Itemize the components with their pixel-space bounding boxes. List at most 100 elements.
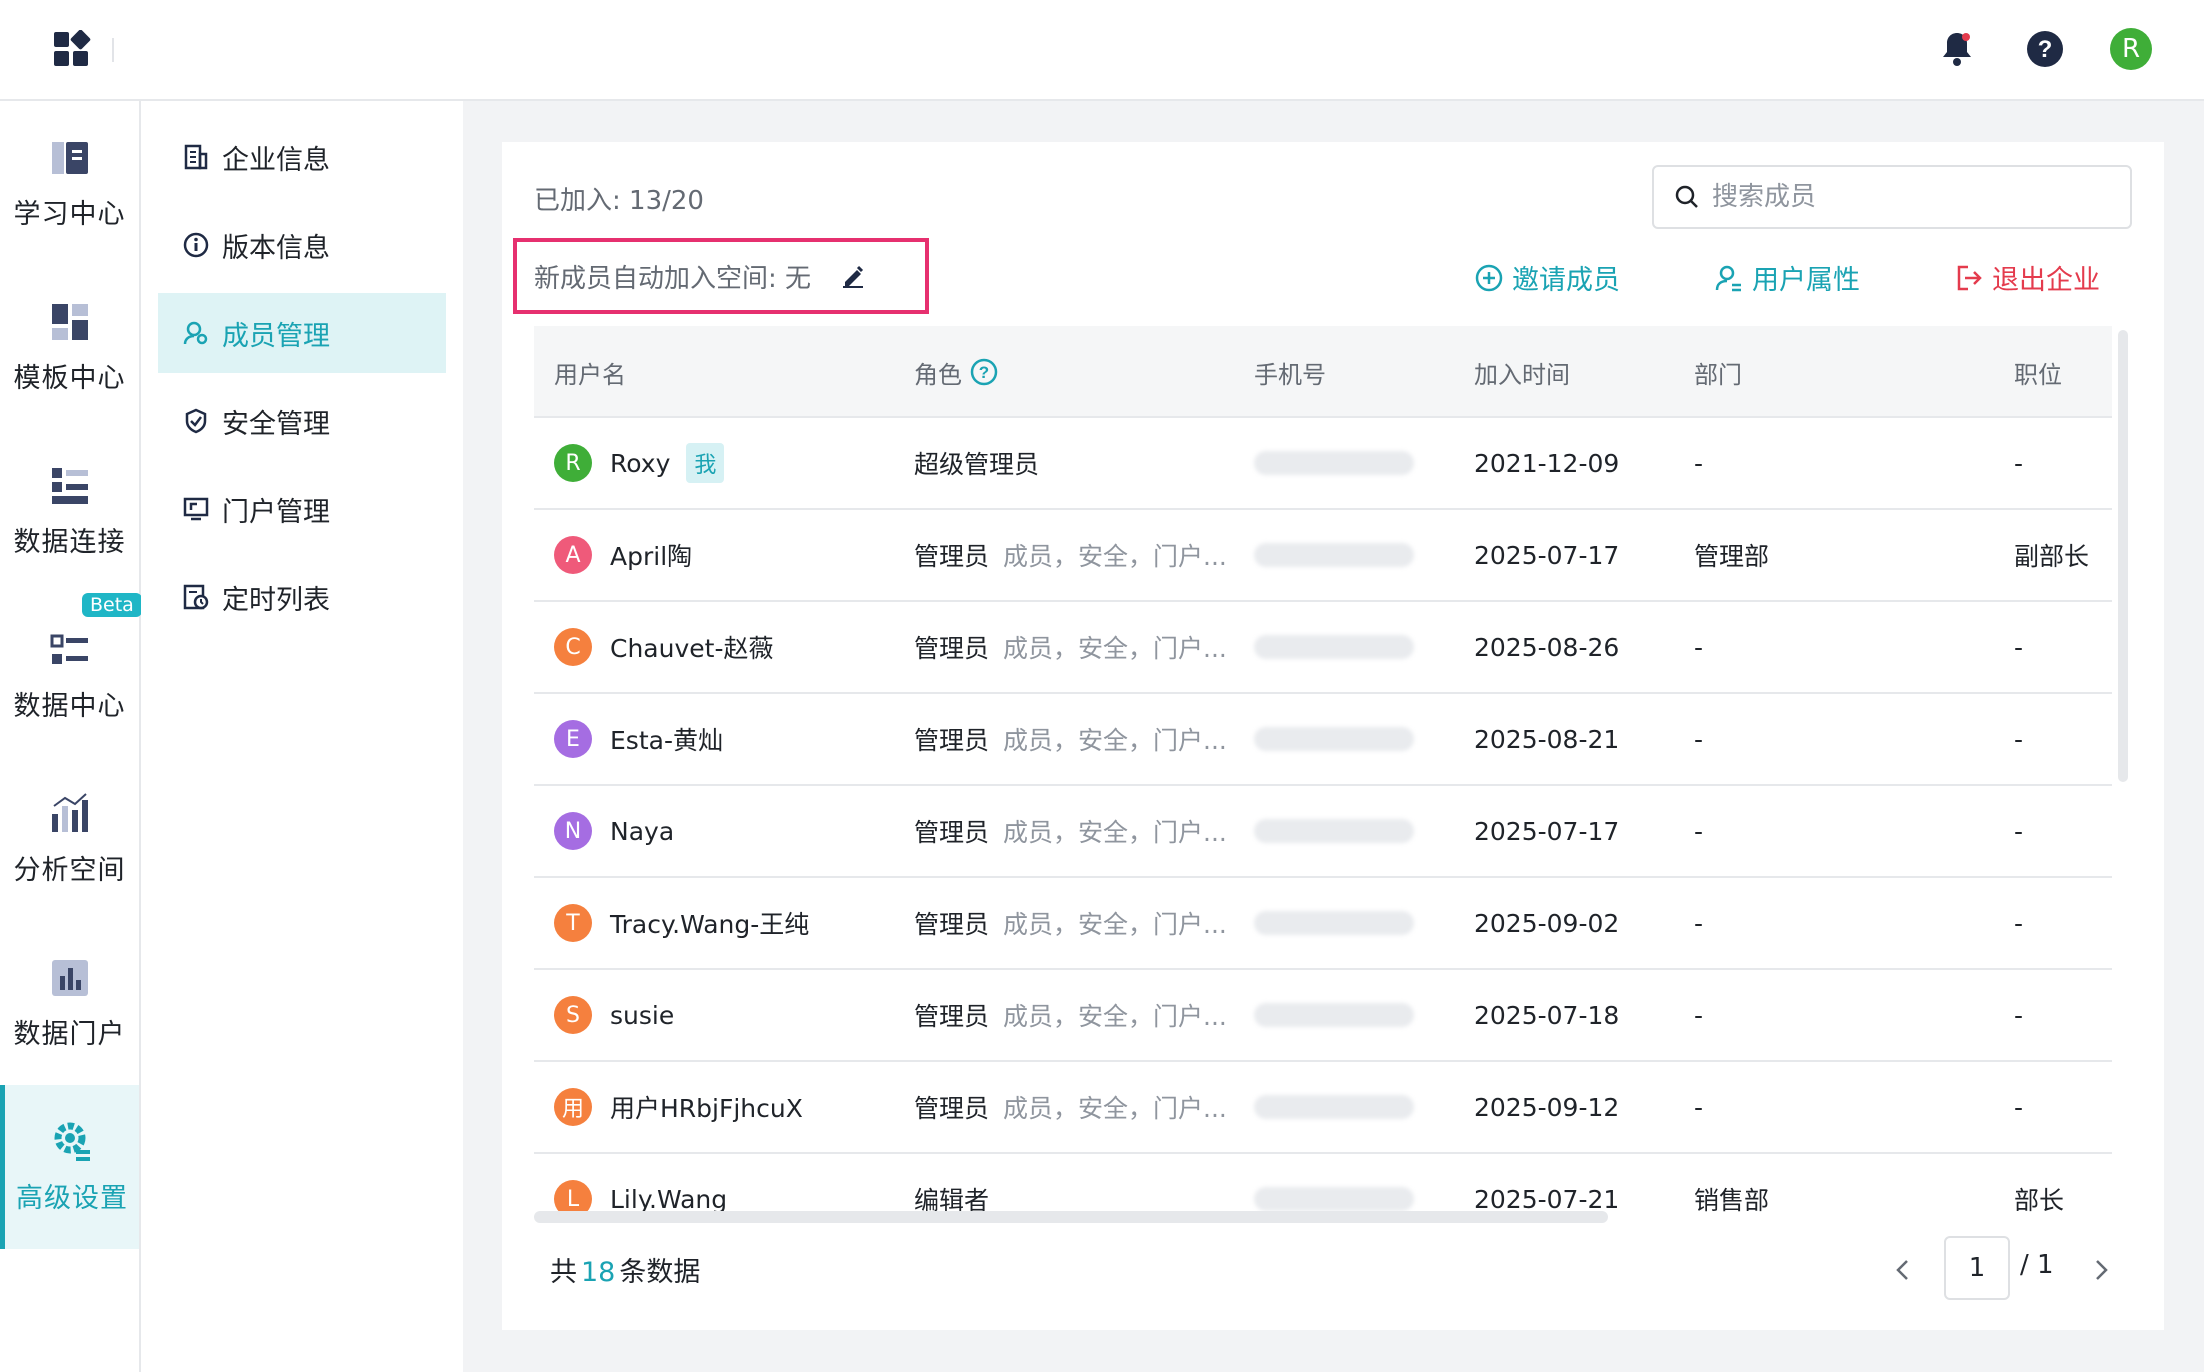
table-row[interactable]: C Chauvet-赵薇 管理员 成员，安全，门户... 2025-08-26 - -	[534, 602, 2112, 694]
cell-position: -	[2014, 908, 2024, 938]
cell-department: -	[1694, 632, 1704, 662]
nav-item-data-portal[interactable]: 数据门户	[0, 921, 139, 1085]
sub-nav-enterprise-info[interactable]: 企业信息	[158, 117, 446, 197]
table-row[interactable]: L Lily.Wang 编辑者 2025-07-21 销售部 部长	[534, 1154, 2112, 1216]
cell-department: -	[1694, 448, 1704, 478]
cell-position: 副部长	[2014, 542, 2090, 571]
header-position: 职位	[2014, 360, 2062, 389]
table-row[interactable]: 用用户HRbjFjhcuX 管理员 成员，安全，门户... 2025-09-12 - -	[534, 1062, 2112, 1154]
sub-nav-version-info[interactable]: 版本信息	[158, 205, 446, 285]
cell-role: 管理员 成员，安全，门户...	[914, 1062, 1227, 1152]
edit-icon[interactable]	[839, 262, 867, 290]
help-icon[interactable]: ?	[2024, 28, 2066, 70]
apps-logo-icon[interactable]	[54, 29, 92, 68]
nav-item-analysis-space[interactable]: 分析空间	[0, 757, 139, 921]
template-icon	[51, 303, 88, 340]
phone-blurred	[1254, 727, 1414, 751]
portal-icon	[182, 495, 210, 523]
member-name: Chauvet-赵薇	[610, 634, 774, 663]
cell-username: E Esta-黄灿	[554, 694, 723, 784]
search-box[interactable]	[1652, 165, 2132, 229]
user-attribute-icon	[1715, 265, 1741, 291]
primary-nav: 学习中心 模板中心 数据连接 Beta 数据中心 分析空间 数据门户 高级设置	[0, 101, 142, 1372]
member-name: April陶	[610, 542, 693, 571]
table-row[interactable]: A April陶 管理员 成员，安全，门户... 2025-07-17 管理部 副部长	[534, 510, 2112, 602]
table-row[interactable]: E Esta-黄灿 管理员 成员，安全，门户... 2025-08-21 - -	[534, 694, 2112, 786]
avatar: 用	[554, 1088, 592, 1126]
help-circle-icon[interactable]: ?	[970, 358, 998, 386]
role-permissions: 成员，安全，门户...	[1003, 818, 1227, 847]
phone-blurred	[1254, 1187, 1414, 1211]
member-name: susie	[610, 1000, 675, 1030]
cell-phone	[1254, 786, 1414, 876]
bell-icon[interactable]	[1936, 28, 1978, 70]
secondary-nav: 企业信息 版本信息 成员管理 安全管理 门户管理 定时列表	[141, 101, 463, 1372]
shield-icon	[182, 407, 210, 435]
cell-department: 销售部	[1694, 1186, 1770, 1215]
cell-phone	[1254, 1154, 1414, 1216]
nav-item-advanced-settings[interactable]: 高级设置	[0, 1085, 139, 1249]
sub-nav-schedule-list[interactable]: 定时列表	[158, 557, 446, 637]
cell-join-time: 2025-07-17	[1474, 816, 1620, 846]
cell-phone	[1254, 970, 1414, 1060]
table-row[interactable]: R Roxy 我 超级管理员 2021-12-09 - -	[534, 418, 2112, 510]
book-icon	[51, 141, 88, 174]
cell-phone	[1254, 510, 1414, 600]
user-attributes-button[interactable]: 用户属性	[1714, 258, 1860, 297]
cell-join-time: 2025-08-21	[1474, 724, 1620, 754]
invite-member-button[interactable]: 邀请成员	[1474, 258, 1620, 297]
cell-department: -	[1694, 724, 1704, 754]
exit-enterprise-button[interactable]: 退出企业	[1954, 258, 2100, 297]
table-row[interactable]: Ssusie 管理员 成员，安全，门户... 2025-07-18 - -	[534, 970, 2112, 1062]
sub-nav-security-management[interactable]: 安全管理	[158, 381, 446, 461]
cell-role: 管理员 成员，安全，门户...	[914, 970, 1227, 1060]
member-name: Esta-黄灿	[610, 726, 723, 755]
vertical-scrollbar[interactable]	[2118, 330, 2128, 782]
nav-item-data-connect[interactable]: 数据连接	[0, 429, 139, 593]
nav-item-learning-center[interactable]: 学习中心	[0, 101, 139, 265]
cell-department: -	[1694, 908, 1704, 938]
phone-blurred	[1254, 451, 1414, 475]
sub-nav-portal-management[interactable]: 门户管理	[158, 469, 446, 549]
role-permissions: 成员，安全，门户...	[1003, 726, 1227, 755]
phone-blurred	[1254, 635, 1414, 659]
prev-page-button[interactable]	[1888, 1250, 1918, 1290]
cell-department: -	[1694, 1000, 1704, 1030]
page-total: / 1	[2020, 1250, 2054, 1280]
cell-phone	[1254, 878, 1414, 968]
cell-department: 管理部	[1694, 542, 1770, 571]
table-row[interactable]: T Tracy.Wang-王纯 管理员 成员，安全，门户... 2025-09-02 - -	[534, 878, 2112, 970]
horizontal-scrollbar[interactable]	[534, 1211, 1608, 1223]
search-icon	[1675, 185, 1698, 208]
table-row[interactable]: N Naya 管理员 成员，安全，门户... 2025-07-17 - -	[534, 786, 2112, 878]
cell-username: T Tracy.Wang-王纯	[554, 878, 809, 968]
cell-username: R Roxy 我	[554, 418, 725, 508]
sub-nav-member-management[interactable]: 成员管理	[158, 293, 446, 373]
role-name: 管理员	[914, 542, 990, 571]
avatar: S	[554, 996, 592, 1034]
nav-item-data-center[interactable]: Beta 数据中心	[0, 593, 142, 757]
cell-join-time: 2021-12-09	[1474, 448, 1620, 478]
role-name: 管理员	[914, 818, 990, 847]
cell-position: 部长	[2014, 1186, 2065, 1215]
role-name: 管理员	[914, 634, 990, 663]
gear-settings-icon	[54, 1122, 90, 1161]
cell-username: A April陶	[554, 510, 692, 600]
member-name: Tracy.Wang-王纯	[610, 910, 810, 939]
nav-item-template-center[interactable]: 模板中心	[0, 265, 139, 429]
phone-blurred	[1254, 543, 1414, 567]
page-number-input[interactable]	[1944, 1236, 2010, 1300]
header-phone: 手机号	[1254, 360, 1326, 389]
cell-username: Ssusie	[554, 970, 674, 1060]
avatar: N	[554, 812, 592, 850]
cell-username: C Chauvet-赵薇	[554, 602, 773, 692]
user-avatar[interactable]: R	[2110, 28, 2152, 70]
phone-blurred	[1254, 1003, 1414, 1027]
members-table: 用户名 角色 ? 手机号 加入时间 部门 职位 R Roxy 我 超级管理员 2021-…	[534, 326, 2112, 1216]
header-role: 角色 ?	[914, 326, 998, 418]
cell-role: 管理员 成员，安全，门户...	[914, 602, 1227, 692]
member-name: Naya	[610, 816, 675, 846]
cell-department: -	[1694, 816, 1704, 846]
search-input[interactable]	[1712, 182, 2092, 212]
next-page-button[interactable]	[2086, 1250, 2116, 1290]
